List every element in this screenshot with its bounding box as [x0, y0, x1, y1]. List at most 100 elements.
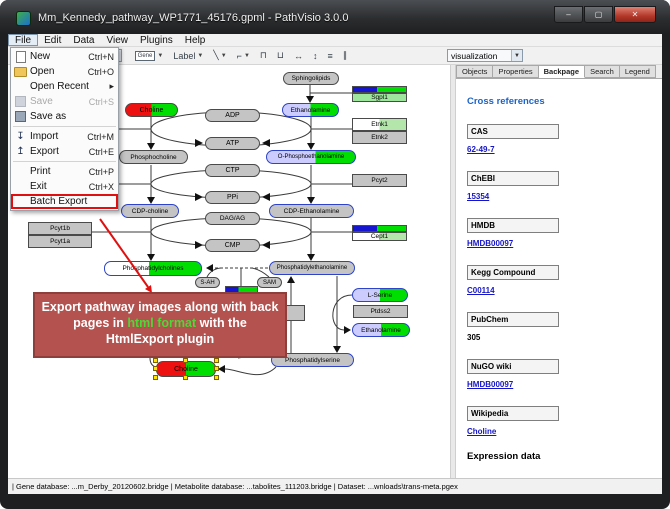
export-icon: ↥ — [14, 146, 27, 157]
common-width-tool[interactable]: ↔ — [294, 51, 303, 61]
submenu-arrow-icon: ▸ — [109, 81, 114, 92]
menu-item-export[interactable]: ↥ExportCtrl+E — [11, 144, 118, 159]
app-window: Mm_Kennedy_pathway_WP1771_45176.gpml - P… — [0, 0, 670, 509]
menu-item-shortcut: Ctrl+N — [88, 52, 114, 62]
menu-item-label: Print — [30, 166, 86, 177]
xref-link[interactable]: 62-49-7 — [467, 145, 662, 154]
menu-separator — [13, 126, 116, 127]
line-tool-icon: ╲ — [213, 50, 218, 61]
gene-tool-icon: Gene — [135, 51, 156, 61]
xref-link[interactable]: HMDB00097 — [467, 380, 662, 389]
menu-item-batch-export[interactable]: Batch Export — [11, 194, 118, 209]
menu-item-label: New — [30, 51, 85, 62]
cross-references-heading: Cross references — [467, 96, 662, 107]
expression-data-heading: Expression data — [467, 451, 662, 462]
menu-item-label: Import — [30, 131, 84, 142]
window-title: Mm_Kennedy_pathway_WP1771_45176.gpml - P… — [38, 12, 348, 24]
align-center-y-tool[interactable]: ⊔ — [277, 50, 284, 61]
menu-item-label: Open — [30, 66, 85, 77]
tab-objects[interactable]: Objects — [456, 65, 493, 78]
visualization-combobox[interactable]: visualization ▼ — [447, 49, 523, 62]
xref-header-wikipedia: Wikipedia — [467, 406, 559, 421]
minimize-button[interactable]: – — [554, 6, 583, 23]
menu-item-open[interactable]: OpenCtrl+O — [11, 64, 118, 79]
xref-value: 305 — [467, 333, 662, 342]
menu-item-open-recent[interactable]: Open Recent▸ — [11, 79, 118, 94]
menu-item-new[interactable]: NewCtrl+N — [11, 49, 118, 64]
menu-help[interactable]: Help — [179, 34, 212, 46]
tab-backpage[interactable]: Backpage — [539, 65, 585, 78]
menu-item-shortcut: Ctrl+M — [87, 132, 114, 142]
open-folder-icon — [14, 67, 27, 77]
xref-link[interactable]: 15354 — [467, 192, 662, 201]
align-center-y-tool-icon: ⊔ — [277, 50, 284, 61]
xref-header-hmdb: HMDB — [467, 218, 559, 233]
title-bar[interactable]: Mm_Kennedy_pathway_WP1771_45176.gpml - P… — [0, 0, 670, 34]
xref-link[interactable]: C00114 — [467, 286, 662, 295]
menu-plugins[interactable]: Plugins — [134, 34, 179, 46]
chevron-down-icon[interactable]: ▼ — [244, 53, 250, 59]
xref-header-cas: CAS — [467, 124, 559, 139]
xref-header-chebi: ChEBI — [467, 171, 559, 186]
side-panel: ObjectsPropertiesBackpageSearchLegend Cr… — [456, 65, 662, 478]
file-menu: NewCtrl+NOpenCtrl+OOpen Recent▸SaveCtrl+… — [10, 47, 119, 211]
menu-item-label: Open Recent — [30, 81, 106, 92]
menu-view[interactable]: View — [100, 34, 134, 46]
menu-data[interactable]: Data — [67, 34, 100, 46]
line-tool[interactable]: ╲▼ — [213, 50, 226, 61]
menu-item-label: Batch Export — [30, 196, 111, 207]
menu-item-save-as[interactable]: Save as — [11, 109, 118, 124]
menu-item-import[interactable]: ↧ImportCtrl+M — [11, 129, 118, 144]
menu-item-exit[interactable]: ExitCtrl+X — [11, 179, 118, 194]
common-width-tool-icon: ↔ — [294, 51, 303, 61]
common-height-tool[interactable]: ↕ — [313, 51, 318, 61]
visualization-value: visualization — [451, 51, 497, 61]
window-controls: – ▢ ✕ — [553, 6, 656, 23]
chevron-down-icon[interactable]: ▼ — [221, 53, 227, 59]
chevron-down-icon[interactable]: ▼ — [157, 53, 163, 59]
menu-separator — [13, 161, 116, 162]
menu-edit[interactable]: Edit — [38, 34, 67, 46]
tab-properties[interactable]: Properties — [493, 65, 538, 78]
align-center-x-tool-icon: ⊓ — [260, 50, 267, 61]
menu-item-shortcut: Ctrl+E — [89, 147, 114, 157]
maximize-button[interactable]: ▢ — [584, 6, 613, 23]
menu-item-label: Exit — [30, 181, 86, 192]
stack-horizontal-tool[interactable]: ∥ — [343, 50, 348, 61]
app-icon — [16, 11, 31, 26]
import-icon: ↧ — [14, 131, 27, 142]
xref-sections: CAS 62-49-7 ChEBI 15354 HMDB HMDB00097 Kegg Co… — [467, 124, 662, 436]
menu-file[interactable]: File — [8, 34, 38, 46]
menu-item-shortcut: Ctrl+O — [88, 67, 114, 77]
chevron-down-icon[interactable]: ▼ — [197, 53, 203, 59]
stack-vertical-tool[interactable]: ≡ — [327, 51, 332, 61]
menu-item-shortcut: Ctrl+S — [89, 97, 114, 107]
tab-search[interactable]: Search — [585, 65, 620, 78]
connector-tool[interactable]: ⌐▼ — [237, 51, 250, 61]
menu-item-print[interactable]: PrintCtrl+P — [11, 164, 118, 179]
tab-legend[interactable]: Legend — [620, 65, 656, 78]
stack-vertical-tool-icon: ≡ — [327, 51, 332, 61]
close-button[interactable]: ✕ — [614, 6, 656, 23]
chevron-down-icon[interactable]: ▼ — [511, 50, 522, 61]
menu-item-label: Save — [30, 96, 86, 107]
menu-bar: FileEditDataViewPluginsHelp — [8, 34, 662, 47]
xref-link[interactable]: HMDB00097 — [467, 239, 662, 248]
menu-item-label: Save as — [30, 111, 111, 122]
xref-link[interactable]: Choline — [467, 427, 662, 436]
xref-header-kegg-compound: Kegg Compound — [467, 265, 559, 280]
stack-horizontal-tool-icon: ∥ — [343, 50, 348, 61]
gene-tool[interactable]: Gene▼ — [135, 51, 164, 61]
menu-item-shortcut: Ctrl+X — [89, 182, 114, 192]
save-floppy-icon — [14, 96, 27, 107]
menu-item-label: Export — [30, 146, 86, 157]
label-tool[interactable]: Label▼ — [173, 51, 203, 61]
side-panel-tabs: ObjectsPropertiesBackpageSearchLegend — [456, 65, 662, 79]
menu-item-shortcut: Ctrl+P — [89, 167, 114, 177]
menu-item-save: SaveCtrl+S — [11, 94, 118, 109]
common-height-tool-icon: ↕ — [313, 51, 318, 61]
label-tool-icon: Label — [173, 51, 195, 61]
align-center-x-tool[interactable]: ⊓ — [260, 50, 267, 61]
status-bar: | Gene database: ...m_Derby_20120602.bri… — [8, 478, 662, 494]
xref-header-pubchem: PubChem — [467, 312, 559, 327]
